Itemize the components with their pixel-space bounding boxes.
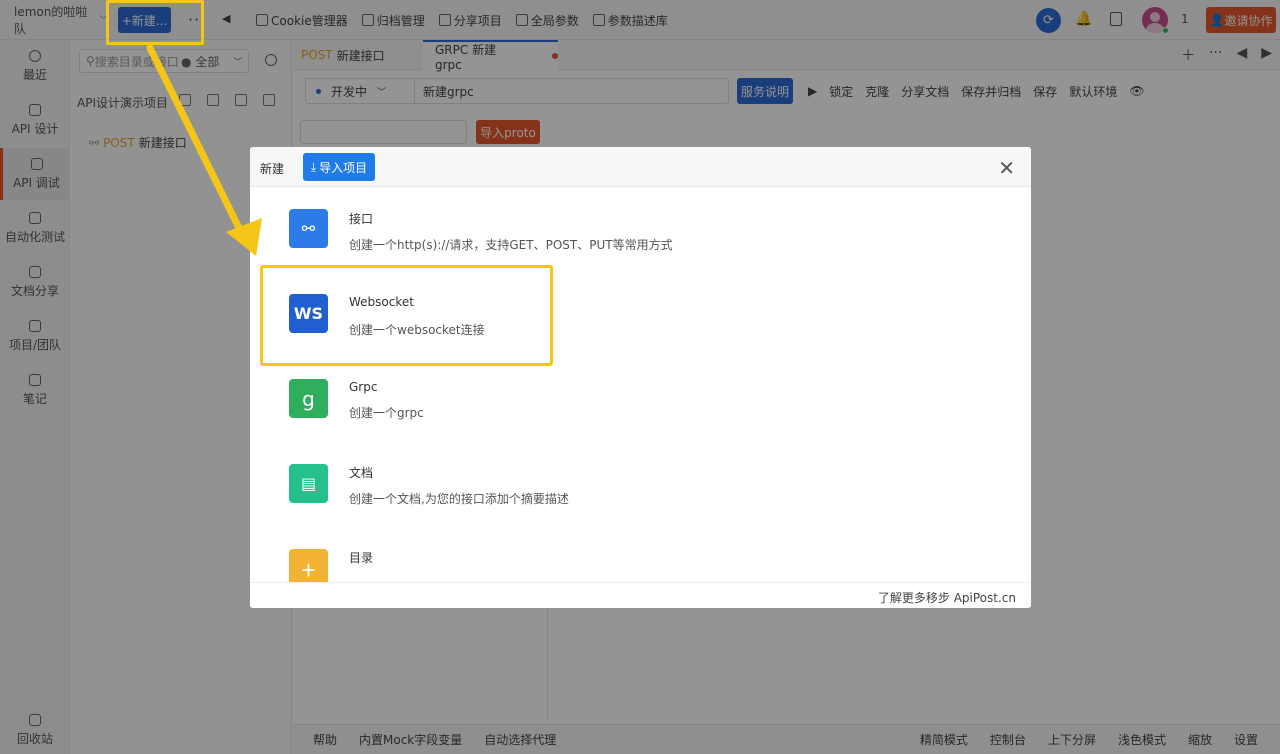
download-icon: ⤓ — [310, 159, 317, 174]
option-title: Grpc — [349, 380, 378, 394]
option-desc: 创建一个http(s)://请求，支持GET、POST、PUT等常用方式 — [349, 238, 673, 252]
option-document[interactable]: ▤ 文档 创建一个文档,为您的接口添加个摘要描述 — [250, 454, 1031, 534]
option-interface[interactable]: ⚯ 接口 创建一个http(s)://请求，支持GET、POST、PUT等常用方… — [250, 199, 1031, 279]
modal-header: 新建 ⤓ 导入项目 ✕ — [250, 147, 1031, 187]
option-desc: 创建一个grpc — [349, 406, 424, 420]
new-item-modal: 新建 ⤓ 导入项目 ✕ ⚯ 接口 创建一个http(s)://请求，支持GET、P… — [250, 147, 1031, 608]
link-icon: ⚯ — [289, 209, 328, 248]
modal-footer: 了解更多移步 ApiPost.cn — [250, 582, 1031, 608]
websocket-icon: WS — [289, 294, 328, 333]
option-desc: 创建一个文档,为您的接口添加个摘要描述 — [349, 492, 569, 506]
close-icon[interactable]: ✕ — [998, 156, 1015, 180]
option-title: Websocket — [349, 295, 414, 309]
grpc-icon: g — [289, 379, 328, 418]
option-grpc[interactable]: g Grpc 创建一个grpc — [250, 369, 1031, 449]
footer-link[interactable]: 了解更多移步 ApiPost.cn — [878, 589, 1016, 606]
option-title: 文档 — [349, 466, 374, 480]
option-title: 接口 — [349, 212, 374, 226]
doc-icon: ▤ — [289, 464, 328, 503]
option-desc: 创建一个websocket连接 — [349, 323, 485, 337]
option-title: 目录 — [349, 551, 374, 565]
option-websocket[interactable]: WS Websocket 创建一个websocket连接 — [250, 284, 1031, 364]
modal-title: 新建 — [260, 162, 285, 176]
import-project-button[interactable]: ⤓ 导入项目 — [303, 153, 375, 181]
